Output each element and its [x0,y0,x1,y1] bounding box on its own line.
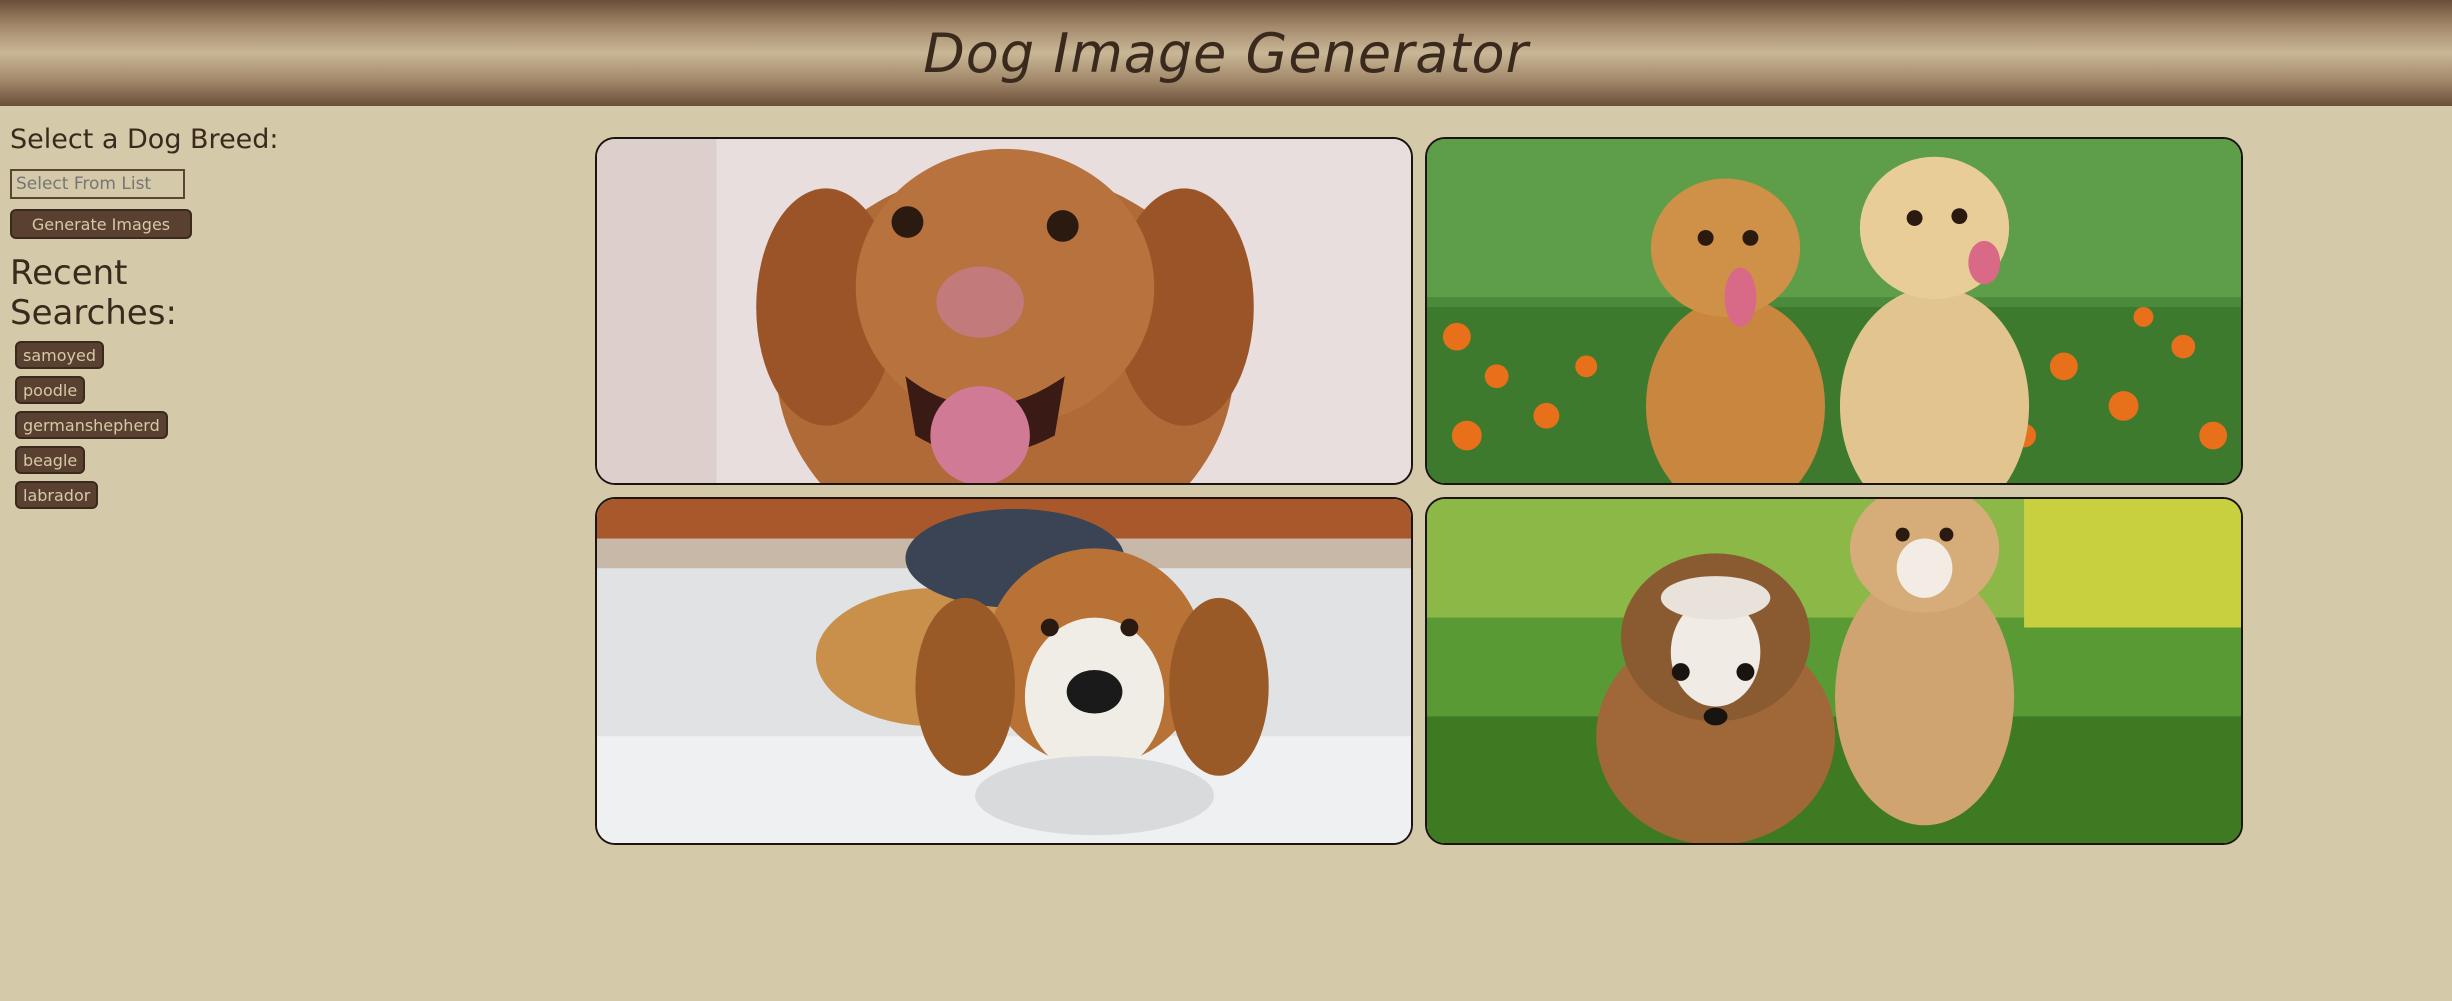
dog-image-4 [1425,497,2243,845]
recent-searches-title: Recent Searches: [10,253,177,333]
dog-image-1 [595,137,1413,485]
page-title: Dog Image Generator [923,21,1529,85]
recent-search-samoyed[interactable]: samoyed [15,341,104,369]
recent-search-labrador[interactable]: labrador [15,481,99,509]
recent-search-germanshepherd[interactable]: germanshepherd [15,411,168,439]
sidebar: Select a Dog Breed: Generate Images Rece… [10,124,310,516]
recent-searches-list: samoyed poodle germanshepherd beagle lab… [15,341,310,509]
recent-search-poodle[interactable]: poodle [15,376,86,404]
dog-image-3 [595,497,1413,845]
page-header: Dog Image Generator [0,0,2452,106]
breed-input[interactable] [10,169,185,199]
recent-search-beagle[interactable]: beagle [15,446,86,474]
generate-images-button[interactable]: Generate Images [10,209,192,239]
dog-image-2 [1425,137,2243,485]
select-breed-label: Select a Dog Breed: [10,124,279,155]
